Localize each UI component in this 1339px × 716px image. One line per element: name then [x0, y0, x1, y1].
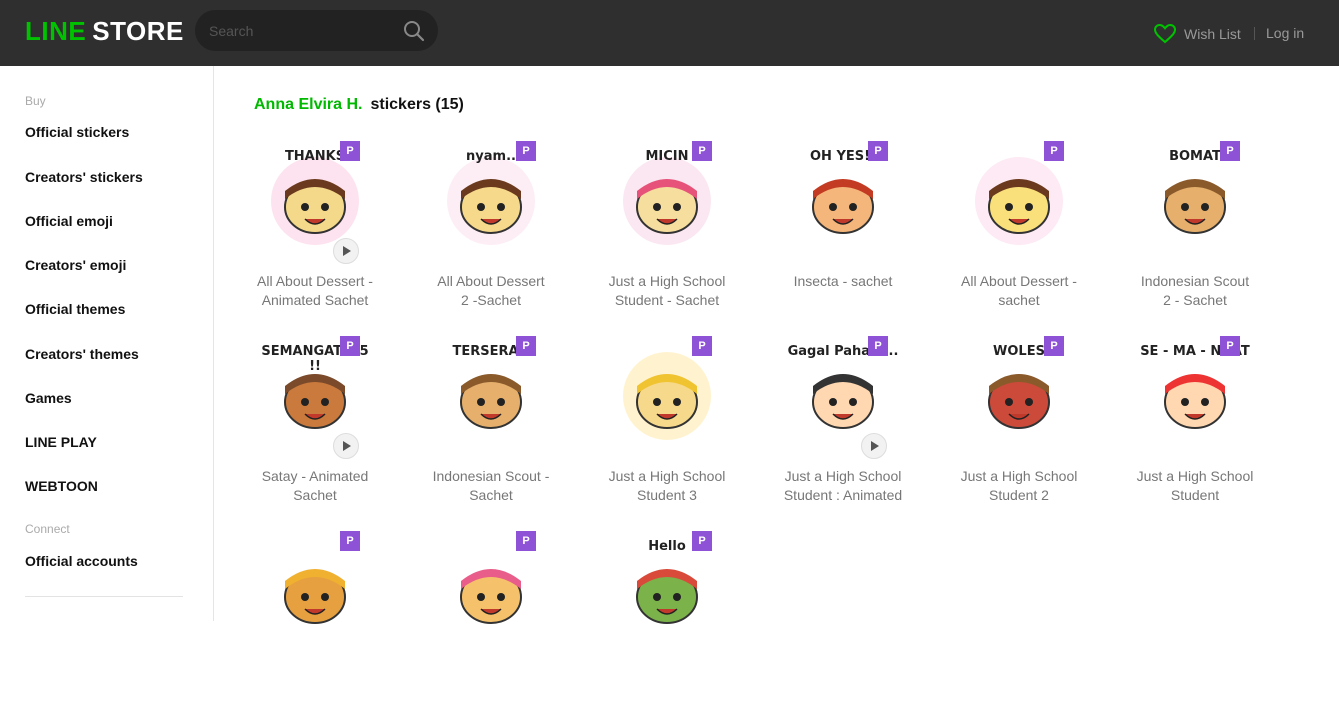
- play-icon[interactable]: [861, 433, 887, 459]
- sticker-title-line1: Indonesian Scout: [1140, 273, 1250, 289]
- sticker-title-line1: All About Dessert -: [961, 273, 1077, 289]
- sticker-title-line1: Just a High School: [1136, 468, 1254, 484]
- premium-badge: P: [692, 531, 712, 551]
- sticker-title-line2: 2 - Sachet: [1163, 292, 1227, 308]
- sidebar-divider: [25, 596, 183, 597]
- sticker-title[interactable]: All About Dessert 2 -Sachet: [416, 272, 566, 310]
- premium-badge: P: [340, 141, 360, 161]
- sticker-item[interactable]: SEMANGAT '45 !! P Satay - Animated Sachet: [240, 336, 390, 521]
- top-bar: LINESTORE Wish List Log in: [0, 0, 1339, 66]
- sticker-item[interactable]: TERSERAH P Indonesian Scout - Sachet: [416, 336, 566, 521]
- sticker-title[interactable]: Just a High School Student - Sachet: [592, 272, 742, 310]
- sidebar-item-creators-stickers[interactable]: Creators' stickers: [25, 169, 143, 185]
- search-input[interactable]: [209, 20, 399, 42]
- premium-badge: P: [516, 531, 536, 551]
- sticker-item[interactable]: BOMAT P Indonesian Scout 2 - Sachet: [1120, 141, 1270, 326]
- sidebar-item-games[interactable]: Games: [25, 390, 72, 406]
- login-link[interactable]: Log in: [1266, 25, 1304, 41]
- sidebar-item-official-stickers[interactable]: Official stickers: [25, 124, 129, 140]
- premium-badge: P: [340, 531, 360, 551]
- sticker-title[interactable]: Just a High School Student 2: [944, 467, 1094, 505]
- sidebar-item-creators-emoji[interactable]: Creators' emoji: [25, 257, 126, 273]
- sticker-item[interactable]: SE - MA - NGAT P Just a High School Student: [1120, 336, 1270, 521]
- sticker-title-line2: sachet: [998, 292, 1040, 308]
- page-title: Anna Elvira H. stickers (15): [254, 96, 464, 114]
- sticker-item[interactable]: THANKS P All About Dessert - Animated Sache…: [240, 141, 390, 326]
- line-store-logo[interactable]: LINE STORE: [25, 16, 184, 47]
- sticker-item[interactable]: WOLES P Just a High School Student 2: [944, 336, 1094, 521]
- wishlist-label: Wish List: [1184, 26, 1241, 42]
- sidebar-heading-buy: Buy: [25, 94, 46, 108]
- sticker-item[interactable]: nyam.. P All About Dessert 2 -Sachet: [416, 141, 566, 326]
- sticker-title[interactable]: Just a High School Student : Animated: [768, 467, 918, 505]
- sticker-title-line1: Indonesian Scout -: [432, 468, 550, 484]
- sticker-title[interactable]: Insecta - sachet: [768, 272, 918, 291]
- premium-badge: P: [1220, 336, 1240, 356]
- sticker-item[interactable]: P: [416, 531, 566, 716]
- sticker-title-line2: Sachet: [293, 487, 337, 503]
- sidebar-item-creators-themes[interactable]: Creators' themes: [25, 346, 139, 362]
- premium-badge: P: [868, 141, 888, 161]
- premium-badge: P: [1044, 336, 1064, 356]
- sticker-title[interactable]: Satay - Animated Sachet: [240, 467, 390, 505]
- sticker-title[interactable]: All About Dessert - sachet: [944, 272, 1094, 310]
- premium-badge: P: [692, 336, 712, 356]
- sticker-item[interactable]: MICIN P Just a High School Student - Sachet: [592, 141, 742, 326]
- sticker-item[interactable]: OH YES!! P Insecta - sachet: [768, 141, 918, 326]
- sticker-title-line1: All About Dessert -: [257, 273, 373, 289]
- sticker-title-line1: Just a High School: [608, 468, 726, 484]
- sticker-title-line1: Just a High School: [960, 468, 1078, 484]
- sticker-title[interactable]: Indonesian Scout - Sachet: [416, 467, 566, 505]
- premium-badge: P: [692, 141, 712, 161]
- play-icon[interactable]: [333, 238, 359, 264]
- sticker-item[interactable]: P All About Dessert - sachet: [944, 141, 1094, 326]
- sticker-item[interactable]: Gagal Paham... P Just a High School Student…: [768, 336, 918, 521]
- sticker-title-line2: Student 3: [637, 487, 697, 503]
- sidebar-item-line-play[interactable]: LINE PLAY: [25, 434, 97, 450]
- sticker-item[interactable]: Hello P: [592, 531, 742, 716]
- sidebar-item-official-emoji[interactable]: Official emoji: [25, 213, 113, 229]
- sticker-title-line2: Student: [1170, 487, 1220, 503]
- wishlist-link[interactable]: Wish List: [1154, 24, 1241, 44]
- sticker-title-line2: 2 -Sachet: [461, 292, 521, 308]
- premium-badge: P: [516, 336, 536, 356]
- title-count: stickers (15): [370, 96, 464, 113]
- sticker-title-line2: Sachet: [469, 487, 513, 503]
- sidebar-heading-connect: Connect: [25, 522, 70, 536]
- sticker-title-line1: Satay - Animated: [261, 468, 369, 484]
- logo-store-text: STORE: [92, 16, 184, 46]
- sticker-item[interactable]: P: [240, 531, 390, 716]
- sticker-title[interactable]: Just a High School Student 3: [592, 467, 742, 505]
- sticker-title-line1: Just a High School: [608, 273, 726, 289]
- sticker-title-line2: Student : Animated: [783, 487, 903, 503]
- search-icon[interactable]: [403, 20, 425, 42]
- sticker-title-line1: All About Dessert: [437, 273, 545, 289]
- sticker-title[interactable]: Just a High School Student: [1120, 467, 1270, 505]
- sticker-title[interactable]: Indonesian Scout 2 - Sachet: [1120, 272, 1270, 310]
- heart-icon: [1154, 24, 1176, 44]
- search-box: [195, 10, 438, 51]
- logo-line-text: LINE: [25, 16, 87, 46]
- author-link[interactable]: Anna Elvira H.: [254, 96, 362, 113]
- sticker-title-line1: Just a High School: [784, 468, 902, 484]
- sticker-title-line2: Student 2: [989, 487, 1049, 503]
- header-divider: [1254, 27, 1255, 40]
- sticker-title-line2: Student - Sachet: [614, 292, 720, 308]
- sidebar-item-official-accounts[interactable]: Official accounts: [25, 553, 138, 569]
- play-icon[interactable]: [333, 433, 359, 459]
- sidebar: Buy Official stickers Creators' stickers…: [0, 66, 214, 621]
- premium-badge: P: [340, 336, 360, 356]
- premium-badge: P: [868, 336, 888, 356]
- premium-badge: P: [1220, 141, 1240, 161]
- sticker-title[interactable]: All About Dessert - Animated Sachet: [240, 272, 390, 310]
- sidebar-item-official-themes[interactable]: Official themes: [25, 301, 125, 317]
- sticker-title-line1: Insecta - sachet: [793, 273, 893, 289]
- premium-badge: P: [1044, 141, 1064, 161]
- sticker-title-line2: Animated Sachet: [261, 292, 369, 308]
- premium-badge: P: [516, 141, 536, 161]
- sidebar-item-webtoon[interactable]: WEBTOON: [25, 478, 98, 494]
- sticker-item[interactable]: P Just a High School Student 3: [592, 336, 742, 521]
